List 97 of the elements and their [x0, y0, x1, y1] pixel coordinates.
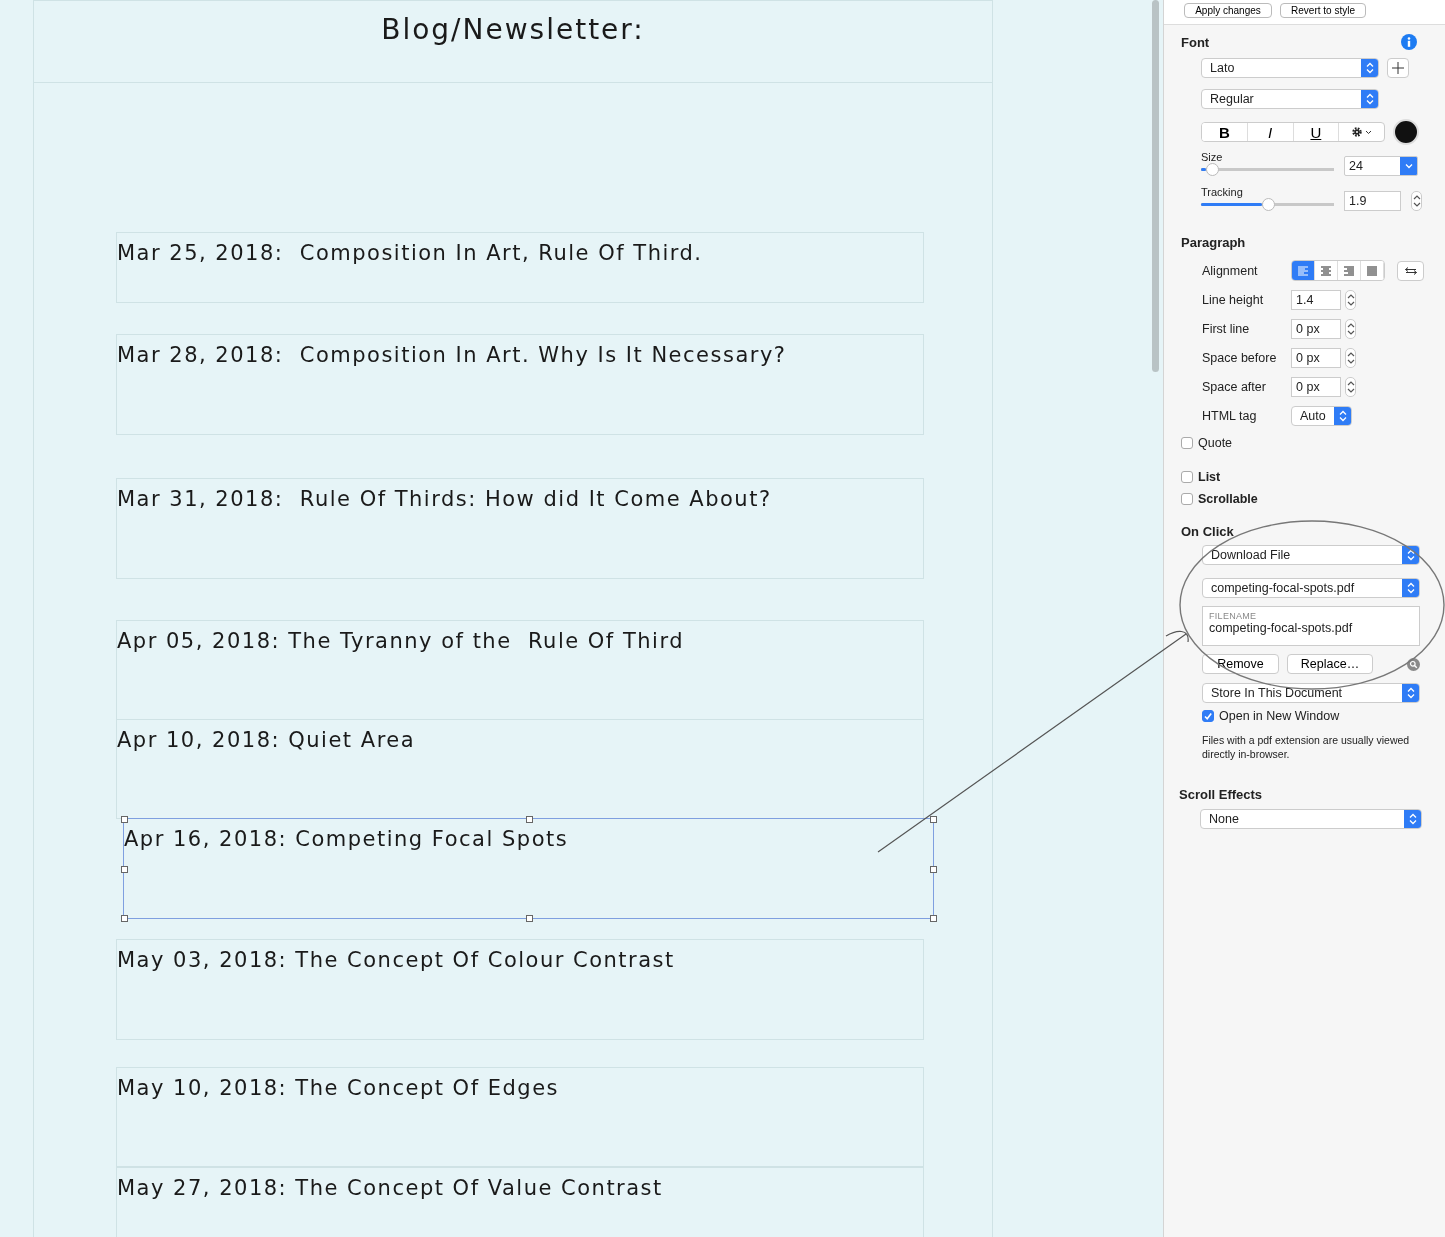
align-right-button[interactable] [1338, 261, 1361, 280]
stepper-icon[interactable] [1345, 347, 1356, 368]
post-title: Apr 10, 2018: Quiet Area [117, 728, 416, 752]
post-title: Mar 28, 2018: Composition In Art. Why Is It Necessary? [117, 343, 787, 367]
stepper-arrows-icon [1361, 90, 1378, 108]
stepper-arrows-icon [1334, 406, 1351, 425]
resize-handle[interactable] [121, 865, 128, 873]
stepper-arrows-icon [1402, 546, 1419, 564]
apply-changes-button[interactable]: Apply changes [1184, 3, 1272, 18]
magnifier-icon[interactable] [1407, 657, 1420, 671]
checkbox-label: List [1198, 470, 1221, 484]
chevron-down-icon [1400, 157, 1417, 175]
page-heading: Blog/Newsletter: [381, 13, 645, 46]
action-dropdown[interactable]: Download File [1202, 545, 1420, 565]
checkbox[interactable] [1181, 471, 1193, 483]
align-left-icon [1298, 265, 1308, 276]
alignment-control[interactable] [1291, 260, 1385, 281]
resize-handle[interactable] [930, 865, 937, 873]
checkbox-label: Scrollable [1198, 492, 1258, 506]
number-field[interactable]: 0 px [1291, 347, 1341, 368]
stepper-icon[interactable] [1411, 191, 1422, 211]
align-right-icon [1344, 265, 1354, 276]
post-title: May 27, 2018: The Concept Of Value Contrast [117, 1176, 663, 1200]
field-label: Size [1201, 151, 1224, 163]
checkbox[interactable] [1181, 437, 1193, 449]
checkbox[interactable] [1202, 710, 1214, 722]
revert-button[interactable]: Revert to style [1280, 3, 1366, 18]
file-dropdown[interactable]: competing-focal-spots.pdf [1202, 578, 1420, 598]
scrollbar-thumb[interactable] [1152, 0, 1159, 372]
align-left-button[interactable] [1292, 261, 1315, 280]
resize-handle[interactable] [525, 816, 533, 823]
checkbox-label: Quote [1198, 436, 1233, 450]
post-title: Apr 16, 2018: Competing Focal Spots [124, 827, 569, 851]
scroll-effects-dropdown[interactable]: None [1200, 809, 1422, 829]
stepper-icon[interactable] [1345, 376, 1356, 397]
stepper-arrows-icon [1402, 684, 1419, 702]
stepper-arrows-icon [1361, 59, 1378, 77]
font-dropdown[interactable]: Lato [1201, 58, 1379, 78]
format-button[interactable]: B [1202, 123, 1248, 141]
stepper-icon[interactable] [1345, 289, 1356, 310]
size-dropdown[interactable]: 24 [1344, 156, 1418, 176]
field-label: HTML tag [1202, 408, 1258, 423]
field-label: Space before [1202, 350, 1278, 365]
storage-dropdown[interactable]: Store In This Document [1202, 683, 1420, 703]
post-title: May 10, 2018: The Concept Of Edges [117, 1076, 559, 1100]
color-swatch[interactable] [1393, 119, 1419, 145]
section-title: Paragraph [1181, 235, 1246, 250]
tag-dropdown[interactable]: Auto [1291, 405, 1352, 426]
text-box[interactable]: Apr 10, 2018: Quiet Area [116, 719, 924, 819]
field-label: Space after [1202, 379, 1267, 394]
field-label: First line [1202, 321, 1251, 336]
field-label: Tracking [1201, 186, 1244, 198]
text-box[interactable]: Mar 25, 2018: Composition In Art, Rule Of Third. [116, 232, 924, 303]
field-label: Line height [1202, 292, 1265, 307]
stepper-icon[interactable] [1345, 318, 1356, 339]
post-title: Mar 25, 2018: Composition In Art, Rule Of Third. [117, 241, 703, 265]
resize-handle[interactable] [930, 816, 937, 823]
resize-handle[interactable] [121, 816, 128, 823]
stepper-arrows-icon [1402, 579, 1419, 597]
slider-thumb[interactable] [1261, 198, 1275, 211]
number-field[interactable]: 1.4 [1291, 289, 1341, 310]
number-field[interactable]: 1.9 [1344, 191, 1401, 211]
text-box[interactable]: May 03, 2018: The Concept Of Colour Contrast [116, 939, 924, 1040]
number-field[interactable]: 0 px [1291, 318, 1341, 339]
text-direction-icon[interactable] [1397, 260, 1424, 281]
add-icon[interactable] [1387, 58, 1409, 78]
section-title: On Click [1181, 524, 1234, 539]
remove-button[interactable]: Remove [1202, 654, 1279, 674]
checkbox-label: Open in New Window [1219, 709, 1340, 723]
stepper-arrows-icon [1404, 810, 1421, 828]
style-dropdown[interactable]: Regular [1201, 89, 1379, 109]
help-text: Files with a pdf extension are usually viewed directly in-browser. [1201, 733, 1411, 761]
replace-button[interactable]: Replace… [1287, 654, 1373, 674]
filename-field[interactable]: FILENAME competing-focal-spots.pdf [1202, 606, 1420, 646]
checkbox[interactable] [1181, 493, 1193, 505]
slider-thumb[interactable] [1205, 163, 1219, 176]
section-title: Scroll Effects [1179, 787, 1263, 802]
align-justify-button[interactable] [1361, 261, 1384, 280]
text-box[interactable]: May 27, 2018: The Concept Of Value Contrast [116, 1167, 924, 1237]
align-center-icon [1321, 265, 1331, 276]
section-title: Font [1181, 35, 1210, 50]
post-title: May 03, 2018: The Concept Of Colour Contrast [117, 948, 675, 972]
field-label: Alignment [1202, 263, 1259, 278]
resize-handle[interactable] [930, 915, 937, 922]
number-field[interactable]: 0 px [1291, 376, 1341, 397]
align-justify-icon [1367, 265, 1377, 276]
text-box[interactable]: Mar 31, 2018: Rule Of Thirds: How did It Come About? [116, 478, 924, 579]
text-box[interactable]: Apr 05, 2018: The Tyranny of the Rule Of Third [116, 620, 924, 720]
resize-handle[interactable] [525, 915, 533, 922]
align-center-button[interactable] [1315, 261, 1338, 280]
resize-handle[interactable] [121, 915, 128, 922]
info-icon[interactable] [1401, 34, 1417, 50]
post-title: Apr 05, 2018: The Tyranny of the Rule Of Third [117, 629, 684, 653]
text-box[interactable]: Apr 16, 2018: Competing Focal Spots [123, 818, 934, 919]
text-box[interactable]: May 10, 2018: The Concept Of Edges [116, 1067, 924, 1167]
text-box[interactable]: Mar 28, 2018: Composition In Art. Why Is It Necessary? [116, 334, 924, 435]
post-title: Mar 31, 2018: Rule Of Thirds: How did It Come About? [117, 487, 772, 511]
